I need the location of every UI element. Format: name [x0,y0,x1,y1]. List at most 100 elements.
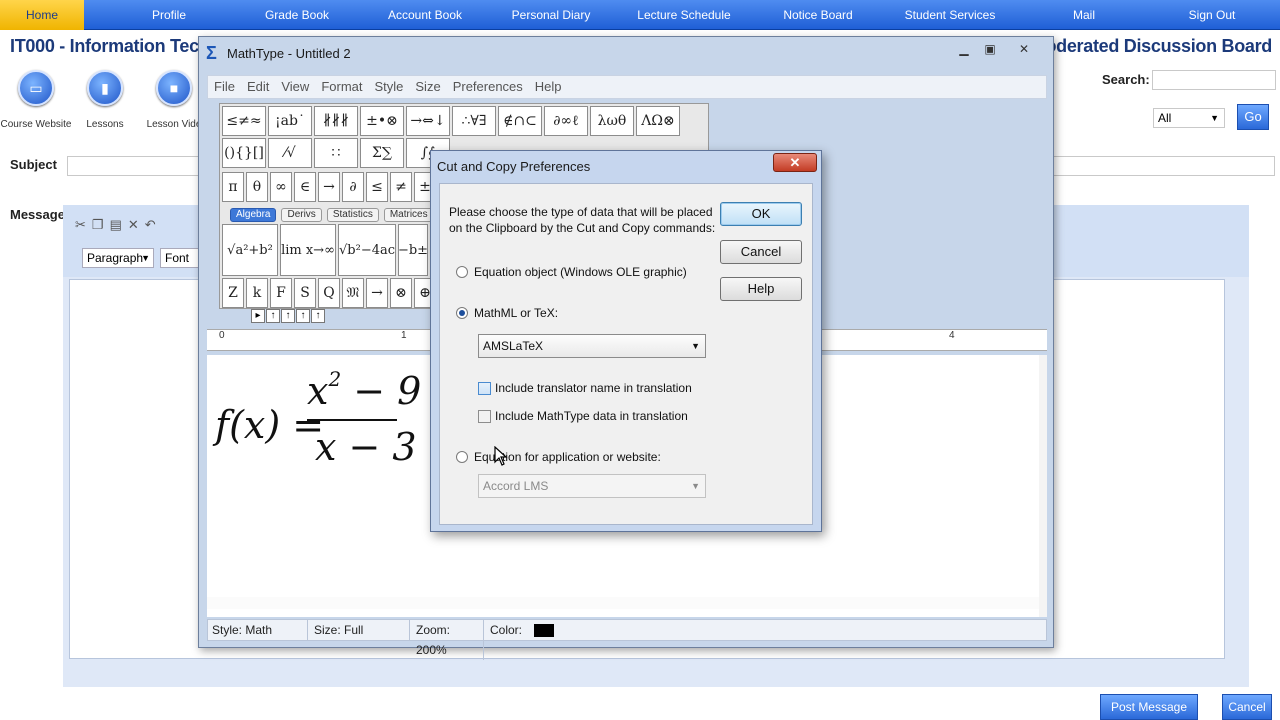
close-icon[interactable]: ✕ [1011,41,1037,59]
palette-arrows[interactable]: →⇔↓ [406,106,450,136]
dialog-cancel-button[interactable]: Cancel [720,240,802,264]
symbol-theta[interactable]: θ [246,172,268,202]
nav-account-book[interactable]: Account Book [388,0,462,30]
nav-lecture-schedule[interactable]: Lecture Schedule [637,0,730,30]
palette-subscripts[interactable]: ∷ [314,138,358,168]
palette-greek-lower[interactable]: λωθ [590,106,634,136]
maximize-icon[interactable]: ▣ [977,41,1003,59]
menu-edit[interactable]: Edit [241,76,275,98]
symbol-neq[interactable]: ≠ [390,172,412,202]
nav-home[interactable]: Home [0,0,84,30]
nav-sign-out[interactable]: Sign Out [1189,0,1236,30]
post-message-button[interactable]: Post Message [1100,694,1198,720]
nav-profile[interactable]: Profile [152,0,186,30]
tab-statistics[interactable]: Statistics [326,208,379,222]
radio-equation-object[interactable]: Equation object (Windows OLE graphic) [456,265,687,279]
vertical-scrollbar[interactable] [1039,355,1047,617]
small-tab-2[interactable]: ↑ [266,309,280,323]
menu-preferences[interactable]: Preferences [447,76,529,98]
copy-icon[interactable]: ❐ [92,217,104,233]
horizontal-scrollbar[interactable] [207,597,1039,609]
palette-embellishments[interactable]: ∦∦∦ [314,106,358,136]
palette-set-theory[interactable]: ∉∩⊂ [498,106,542,136]
go-button[interactable]: Go [1237,104,1269,130]
palette-relations[interactable]: ≤≠≈ [222,106,266,136]
checkbox[interactable] [478,381,491,395]
checkbox-mathtype-data[interactable]: Include MathType data in translation [478,409,688,423]
menu-view[interactable]: View [275,76,315,98]
menu-style[interactable]: Style [368,76,409,98]
cancel-button[interactable]: Cancel [1222,694,1272,720]
nav-personal-diary[interactable]: Personal Diary [512,0,591,30]
paste-icon[interactable]: ▤ [110,217,122,233]
symbol-q[interactable]: Q [318,278,340,308]
status-zoom: Zoom: 200% [412,620,484,660]
palette-greek-upper[interactable]: ΛΩ⊗ [636,106,680,136]
paragraph-format-select[interactable]: Paragraph ▼ [82,248,154,268]
minimize-icon[interactable]: ▁ [951,41,977,59]
symbol-arrow[interactable]: → [318,172,340,202]
symbol-k[interactable]: k [246,278,268,308]
tab-matrices[interactable]: Matrices [383,208,434,222]
tab-derivs[interactable]: Derivs [281,208,322,222]
palette-logic[interactable]: ∴∀∃ [452,106,496,136]
symbol-f[interactable]: F [270,278,292,308]
video-camera-icon: ■ [156,70,192,106]
mathtype-titlebar[interactable]: Σ MathType - Untitled 2 ▁ ▣ ✕ [199,37,1053,71]
menu-help[interactable]: Help [529,76,568,98]
symbol-pi[interactable]: π [222,172,244,202]
radio-button[interactable] [456,307,468,319]
template-quadratic[interactable]: −b± [398,224,428,276]
palette-fractions[interactable]: ⁄√ [268,138,312,168]
small-tab-5[interactable]: ↑ [311,309,325,323]
radio-app-website[interactable]: Equation for application or website: [456,450,661,464]
template-pythagoras[interactable]: √a²+b² [222,224,278,276]
help-button[interactable]: Help [720,277,802,301]
palette-misc[interactable]: ∂∞ℓ [544,106,588,136]
tab-algebra[interactable]: Algebra [230,208,277,222]
radio-button[interactable] [456,266,468,278]
symbol-fraktur-m[interactable]: 𝔐 [342,278,364,308]
dialog-close-button[interactable]: ✕ [773,153,817,172]
symbol-partial[interactable]: ∂ [342,172,364,202]
symbol-maps-to[interactable]: → [366,278,388,308]
menu-size[interactable]: Size [409,76,446,98]
symbol-leq[interactable]: ≤ [366,172,388,202]
quick-link-lessons[interactable]: ▮ Lessons [65,70,145,130]
nav-notice-board[interactable]: Notice Board [783,0,852,30]
delete-icon[interactable]: ✕ [128,217,139,233]
template-discriminant[interactable]: √b²−4ac [338,224,396,276]
dialog-body: Please choose the type of data that will… [439,183,813,525]
nav-grade-book[interactable]: Grade Book [265,0,329,30]
radio-mathml-tex[interactable]: MathML or TeX: [456,306,558,320]
menu-format[interactable]: Format [315,76,368,98]
checkbox-translator-name[interactable]: Include translator name in translation [478,381,692,395]
ok-button[interactable]: OK [720,202,802,226]
radio-button[interactable] [456,451,468,463]
font-select[interactable]: Font [160,248,200,268]
symbol-element-of[interactable]: ∈ [294,172,316,202]
symbol-z[interactable]: Z [222,278,244,308]
small-tab-4[interactable]: ↑ [296,309,310,323]
symbol-otimes[interactable]: ⊗ [390,278,412,308]
small-tab-3[interactable]: ↑ [281,309,295,323]
small-tab-1[interactable]: ▸ [251,309,265,323]
nav-student-services[interactable]: Student Services [905,0,996,30]
symbol-infinity[interactable]: ∞ [270,172,292,202]
symbol-s[interactable]: S [294,278,316,308]
app-target-select[interactable]: Accord LMS ▼ [478,474,706,498]
template-limit[interactable]: lim x→∞ [280,224,336,276]
ruler-label: 1 [401,330,407,341]
nav-mail[interactable]: Mail [1073,0,1095,30]
filter-select[interactable]: All ▼ [1153,108,1225,128]
palette-operators[interactable]: ±•⊗ [360,106,404,136]
palette-sums[interactable]: Σ∑ [360,138,404,168]
checkbox[interactable] [478,409,491,423]
undo-icon[interactable]: ↶ [145,217,156,233]
mathml-format-select[interactable]: AMSLaTeX ▼ [478,334,706,358]
palette-spaces[interactable]: ¡ab˙ [268,106,312,136]
cut-icon[interactable]: ✂ [75,217,86,233]
menu-file[interactable]: File [208,76,241,98]
search-input[interactable] [1152,70,1276,90]
palette-fences[interactable]: (){}[] [222,138,266,168]
